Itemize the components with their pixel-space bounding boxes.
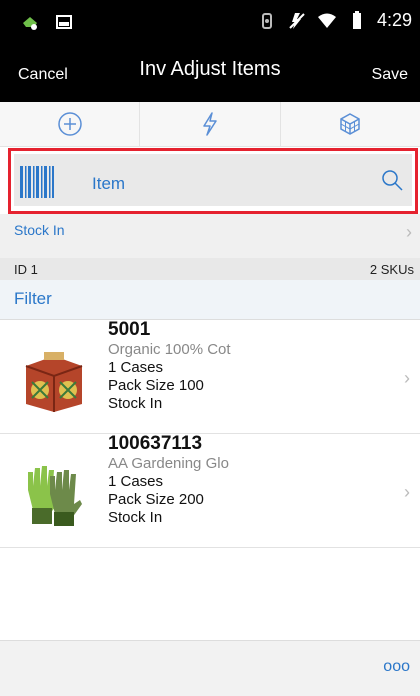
chevron-right-icon: › <box>404 368 410 388</box>
item-quantity: 1 Cases <box>108 359 164 376</box>
item-reason: Stock In <box>108 509 163 526</box>
item-reason: Stock In <box>108 395 163 412</box>
add-icon <box>57 112 82 136</box>
item-quantity: 1 Cases <box>108 473 164 490</box>
item-number: 100637113 <box>108 433 203 454</box>
lightning-button[interactable] <box>140 102 281 146</box>
gloves-icon <box>28 466 82 526</box>
item-number: 5001 <box>108 319 151 340</box>
footer-bar: ooo <box>0 640 420 696</box>
adjustment-id: ID 1 <box>14 262 38 277</box>
reason-label: Stock In <box>14 222 65 238</box>
item-description: AA Gardening Glo <box>108 455 229 472</box>
filter-button[interactable]: Filter <box>0 280 420 320</box>
more-options-button[interactable]: ooo <box>383 658 410 676</box>
barcode-icon[interactable] <box>20 166 54 198</box>
add-button[interactable] <box>0 102 141 146</box>
item-pack-size: Pack Size 200 <box>108 491 204 508</box>
item-search-highlight: Item <box>8 148 418 214</box>
wifi-icon <box>317 13 336 28</box>
mute-icon <box>289 12 305 29</box>
item-details: 100637113 AA Gardening Glo 1 Cases Pack … <box>108 434 229 527</box>
item-search-placeholder: Item <box>92 174 126 193</box>
cube-button[interactable] <box>281 102 420 146</box>
chevron-right-icon: › <box>406 222 412 242</box>
list-item[interactable]: 100637113 AA Gardening Glo 1 Cases Pack … <box>0 434 420 548</box>
item-pack-size: Pack Size 100 <box>108 377 204 394</box>
list-item[interactable]: 5001 Organic 100% Cot 1 Cases Pack Size … <box>0 320 420 434</box>
vibrate-icon <box>261 12 272 29</box>
save-button[interactable]: Save <box>372 66 408 84</box>
image-icon <box>56 15 72 29</box>
reason-selector[interactable]: Stock In › <box>0 214 420 258</box>
action-toolbar <box>0 102 420 147</box>
filter-label: Filter <box>14 289 52 308</box>
chevron-right-icon: › <box>404 482 410 502</box>
status-bar: 4:29 <box>0 0 420 42</box>
app-header: Cancel Inv Adjust Items Save <box>0 42 420 102</box>
battery-icon <box>352 10 361 29</box>
status-time: 4:29 <box>376 10 412 30</box>
search-icon[interactable] <box>380 168 404 192</box>
app-badge-icon <box>23 17 37 30</box>
sku-count: 2 SKUs <box>369 262 414 277</box>
crate-icon <box>25 352 83 412</box>
item-description: Organic 100% Cot <box>108 341 231 358</box>
lightning-icon <box>203 112 217 136</box>
cube-icon <box>340 113 361 135</box>
summary-row: ID 1 2 SKUs <box>0 258 420 280</box>
item-details: 5001 Organic 100% Cot 1 Cases Pack Size … <box>108 320 231 413</box>
page-title: Inv Adjust Items <box>139 58 281 80</box>
item-search-input[interactable]: Item <box>14 154 412 206</box>
